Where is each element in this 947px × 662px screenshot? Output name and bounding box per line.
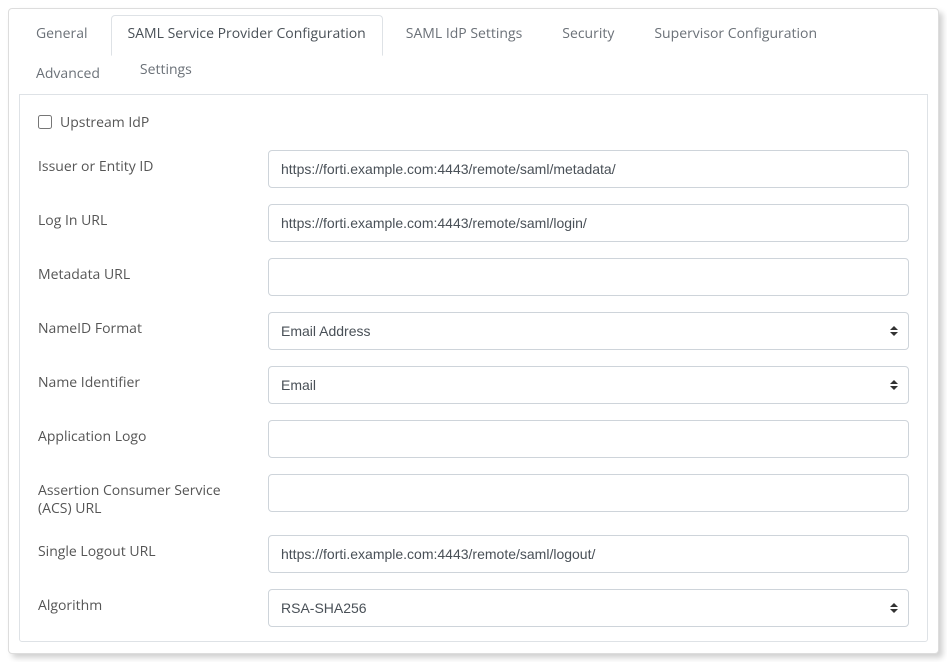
acs-url-row: Assertion Consumer Service (ACS) URL (38, 474, 909, 520)
name-identifier-row: Name Identifier Email (38, 366, 909, 404)
acs-url-input[interactable] (268, 474, 909, 512)
tab-advanced[interactable]: Advanced (19, 55, 117, 96)
nameid-format-row: NameID Format Email Address (38, 312, 909, 350)
nameid-format-label: NameID Format (38, 312, 256, 339)
metadata-url-input[interactable] (268, 258, 909, 296)
algorithm-label: Algorithm (38, 589, 256, 616)
acs-url-label: Assertion Consumer Service (ACS) URL (38, 474, 256, 520)
slo-url-input[interactable] (268, 535, 909, 573)
saml-sp-pane: Upstream IdP Issuer or Entity ID Log In … (19, 94, 928, 643)
app-logo-row: Application Logo (38, 420, 909, 458)
algorithm-row: Algorithm RSA-SHA256 (38, 589, 909, 627)
app-logo-input[interactable] (268, 420, 909, 458)
issuer-row: Issuer or Entity ID (38, 150, 909, 188)
tab-general[interactable]: General (19, 15, 105, 56)
tab-saml-sp-config[interactable]: SAML Service Provider Configuration (111, 15, 383, 56)
login-url-row: Log In URL (38, 204, 909, 242)
metadata-url-label: Metadata URL (38, 258, 256, 285)
metadata-url-row: Metadata URL (38, 258, 909, 296)
tab-settings[interactable]: Settings (123, 55, 209, 96)
upstream-idp-label[interactable]: Upstream IdP (60, 113, 149, 132)
upstream-idp-row: Upstream IdP (38, 113, 909, 132)
issuer-input[interactable] (268, 150, 909, 188)
tab-security[interactable]: Security (545, 15, 631, 56)
tab-bar: General SAML Service Provider Configurat… (9, 9, 938, 95)
name-identifier-select[interactable]: Email (268, 366, 909, 404)
name-identifier-label: Name Identifier (38, 366, 256, 393)
config-panel: General SAML Service Provider Configurat… (8, 8, 939, 654)
nameid-format-select[interactable]: Email Address (268, 312, 909, 350)
slo-url-row: Single Logout URL (38, 535, 909, 573)
tab-saml-idp-settings[interactable]: SAML IdP Settings (389, 15, 540, 56)
login-url-label: Log In URL (38, 204, 256, 231)
app-logo-label: Application Logo (38, 420, 256, 447)
algorithm-select[interactable]: RSA-SHA256 (268, 589, 909, 627)
tab-supervisor-config[interactable]: Supervisor Configuration (637, 15, 834, 56)
issuer-label: Issuer or Entity ID (38, 150, 256, 177)
slo-url-label: Single Logout URL (38, 535, 256, 562)
login-url-input[interactable] (268, 204, 909, 242)
upstream-idp-checkbox[interactable] (38, 115, 52, 129)
